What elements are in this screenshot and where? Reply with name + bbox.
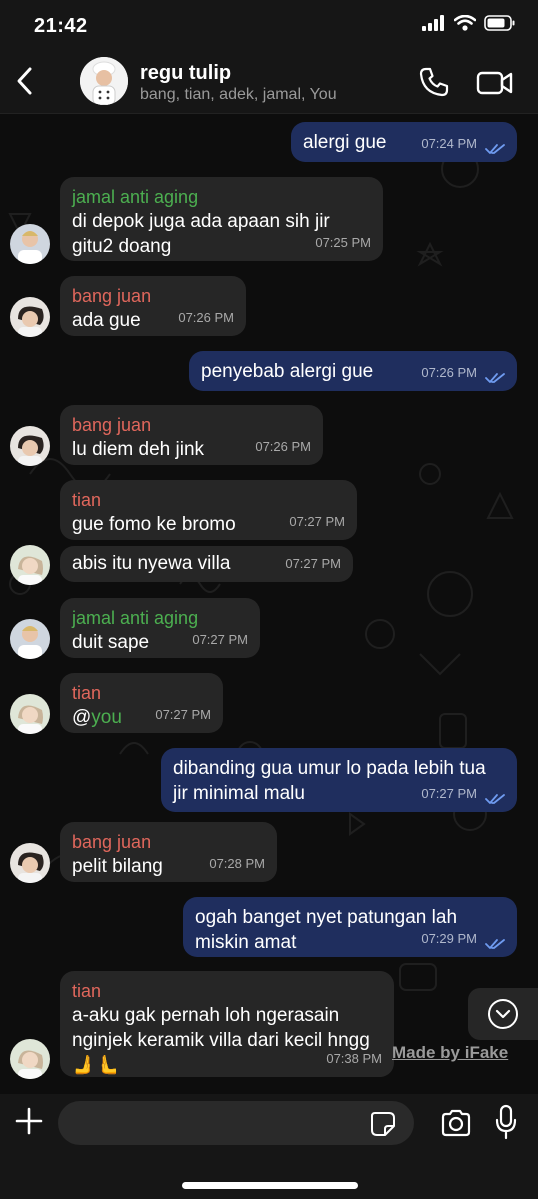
read-ticks-icon [485, 939, 505, 949]
chevron-down-icon [488, 999, 518, 1029]
chef-photo [80, 57, 128, 105]
message-bubble-outgoing[interactable]: penyebab alergi gue 07:26 PM [189, 351, 517, 391]
message-time: 07:26 PM [255, 439, 311, 454]
avatar-bang-juan[interactable] [10, 426, 50, 466]
message-bubble-incoming[interactable]: bang juan lu diem deh jink 07:26 PM [60, 405, 323, 465]
read-ticks-icon [485, 144, 505, 154]
avatar-jamal[interactable] [10, 619, 50, 659]
message-text: lu diem deh jink [72, 439, 205, 460]
message-bubble-outgoing[interactable]: dibanding gua umur lo pada lebih tua jir… [161, 748, 517, 812]
message-bubble-incoming[interactable]: bang juan ada gue 07:26 PM [60, 276, 246, 336]
avatar-tian[interactable] [10, 694, 50, 734]
message-text: pelit bilang [72, 856, 163, 877]
message-text: penyebab alergi gue [201, 361, 374, 382]
message-bubble-incoming[interactable]: tian a-aku gak pernah loh ngerasain ngin… [60, 971, 394, 1077]
camera-icon[interactable] [440, 1108, 472, 1138]
message-time: 07:27 PM [192, 632, 248, 647]
message-bubble-incoming[interactable]: tian gue fomo ke bromo 07:27 PM [60, 480, 357, 540]
sender-name[interactable]: jamal anti aging [72, 185, 371, 209]
status-bar: 21:42 [0, 0, 538, 52]
video-camera-icon[interactable] [476, 68, 514, 98]
message-bubble-outgoing[interactable]: ogah banget nyet patungan lah miskin ama… [183, 897, 517, 957]
message-bubble-incoming[interactable]: bang juan pelit bilang 07:28 PM [60, 822, 277, 882]
status-icons [422, 15, 516, 31]
message-input[interactable] [58, 1101, 414, 1145]
avatar-tian[interactable] [10, 545, 50, 585]
microphone-icon[interactable] [494, 1104, 518, 1140]
message-list[interactable]: alergi gue 07:24 PM jamal anti aging di … [0, 114, 538, 1094]
message-time: 07:38 PM [326, 1051, 382, 1066]
message-time: 07:27 PM [421, 786, 477, 801]
message-time: 07:26 PM [421, 365, 477, 380]
group-members[interactable]: bang, tian, adek, jamal, You [140, 86, 337, 104]
message-text: di depok juga ada apaan sih jir gitu2 do… [72, 211, 330, 257]
message-bubble-incoming[interactable]: tian @you 07:27 PM [60, 673, 223, 733]
message-bubble-incoming[interactable]: jamal anti aging duit sape 07:27 PM [60, 598, 260, 658]
group-name[interactable]: regu tulip [140, 62, 231, 85]
message-time: 07:29 PM [421, 931, 477, 946]
sender-name[interactable]: tian [72, 979, 382, 1003]
composer-bar [0, 1094, 538, 1199]
read-ticks-icon [485, 373, 505, 383]
back-arrow-icon[interactable] [10, 64, 40, 98]
wifi-icon [454, 15, 476, 31]
message-time: 07:28 PM [209, 856, 265, 871]
plus-icon[interactable] [14, 1106, 44, 1136]
message-time: 07:26 PM [178, 310, 234, 325]
watermark: Made by iFake [392, 1043, 509, 1062]
status-time: 21:42 [34, 15, 88, 37]
message-text: duit sape [72, 632, 150, 653]
message-time: 07:27 PM [289, 514, 345, 529]
chat-header: regu tulip bang, tian, adek, jamal, You [0, 52, 538, 114]
message-time: 07:24 PM [421, 136, 477, 151]
message-time: 07:27 PM [285, 556, 341, 571]
phone-icon[interactable] [418, 66, 450, 98]
home-indicator [182, 1182, 358, 1189]
message-text: alergi gue [303, 132, 387, 153]
message-bubble-incoming[interactable]: abis itu nyewa villa 07:27 PM [60, 546, 353, 582]
avatar-jamal[interactable] [10, 224, 50, 264]
message-text: abis itu nyewa villa [72, 553, 231, 574]
message-bubble-incoming[interactable]: jamal anti aging di depok juga ada apaan… [60, 177, 383, 261]
avatar-tian[interactable] [10, 1039, 50, 1079]
group-avatar[interactable] [80, 57, 128, 105]
mention-link[interactable]: you [91, 707, 122, 728]
sticker-icon[interactable] [370, 1111, 396, 1137]
message-time: 07:25 PM [315, 235, 371, 250]
message-time: 07:27 PM [155, 707, 211, 722]
mention-prefix: @ [72, 707, 92, 728]
read-ticks-icon [485, 794, 505, 804]
avatar-bang-juan[interactable] [10, 843, 50, 883]
scroll-to-bottom-button[interactable] [468, 988, 538, 1040]
message-bubble-outgoing[interactable]: alergi gue 07:24 PM [291, 122, 517, 162]
message-text: ada gue [72, 310, 141, 331]
avatar-bang-juan[interactable] [10, 297, 50, 337]
battery-icon [484, 15, 515, 31]
message-text: gue fomo ke bromo [72, 514, 236, 535]
signal-icon [422, 15, 444, 31]
